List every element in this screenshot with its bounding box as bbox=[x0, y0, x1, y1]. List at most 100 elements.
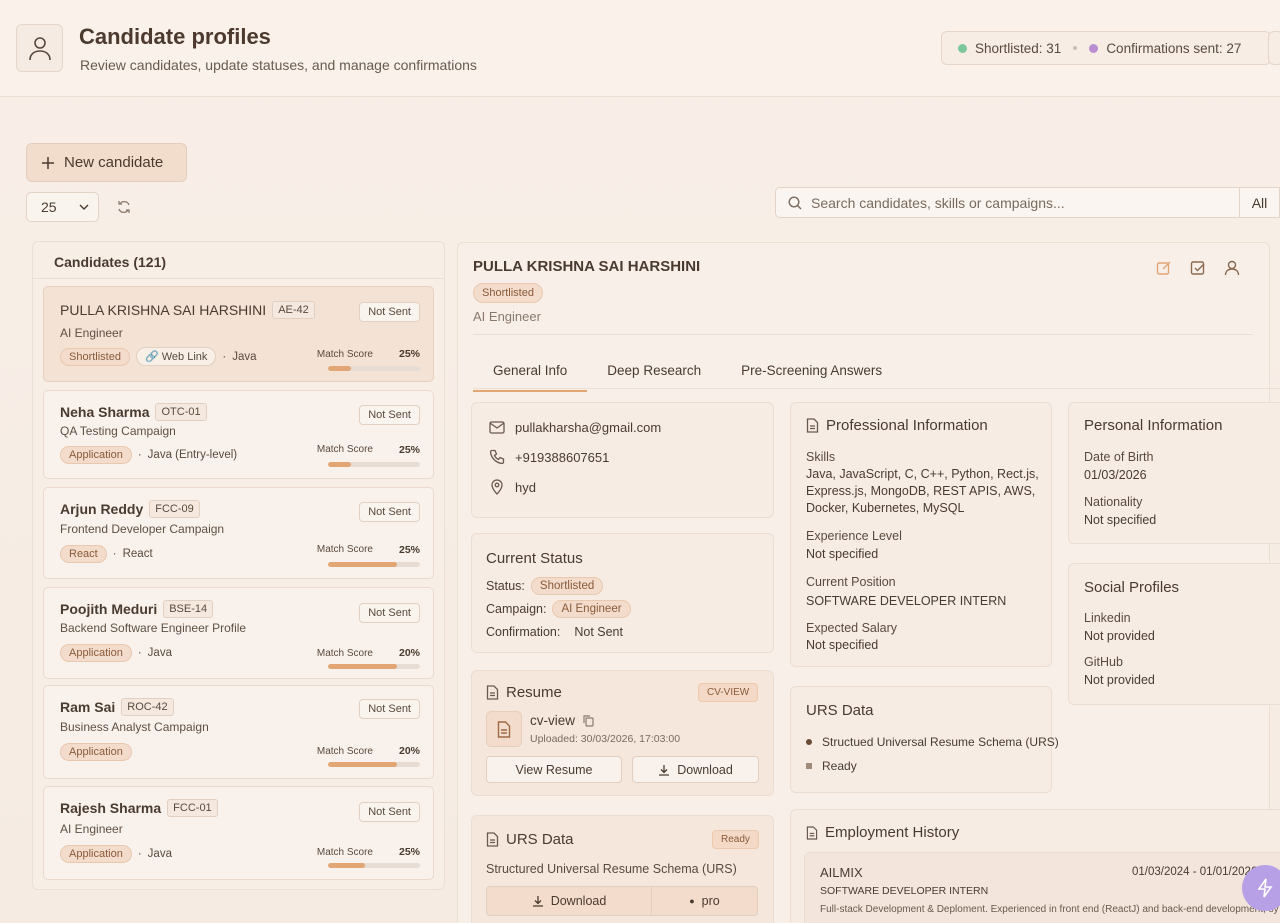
match-score-fill bbox=[328, 664, 397, 669]
download-icon bbox=[532, 896, 543, 907]
employment-description: Full-stack Development & Deploment. Expe… bbox=[820, 904, 1279, 915]
candidate-skill: Java (Entry-level) bbox=[147, 449, 238, 461]
candidate-name: Ram Sai bbox=[60, 699, 116, 715]
employment-position: SOFTWARE DEVELOPER INTERN bbox=[820, 885, 989, 897]
resume-title-row: Resume bbox=[486, 684, 562, 701]
download-resume-button[interactable]: Download bbox=[632, 756, 759, 783]
candidate-name: PULLA KRISHNA SAI HARSHINI bbox=[60, 302, 267, 318]
search-input[interactable]: Search candidates, skills or campaigns..… bbox=[775, 187, 1240, 218]
file-icon bbox=[486, 711, 522, 747]
match-score-value: 25% bbox=[398, 544, 420, 556]
web-link[interactable]: 🔗 Web Link bbox=[135, 347, 217, 366]
page-size-select[interactable]: 25 bbox=[26, 192, 99, 222]
skill-bullet: · bbox=[112, 548, 117, 560]
urs-pro-button[interactable]: ● pro bbox=[651, 886, 758, 916]
separator-dot bbox=[1073, 46, 1078, 50]
document-icon bbox=[486, 832, 499, 847]
linkedin-label: Linkedin bbox=[1084, 611, 1131, 625]
github-label: GitHub bbox=[1084, 655, 1123, 669]
candidate-card[interactable]: Ram Sai ROC-42 Not Sent Business Analyst… bbox=[43, 685, 434, 779]
lightning-icon bbox=[1257, 878, 1273, 898]
candidate-name-row: Rajesh Sharma FCC-01 bbox=[60, 799, 218, 817]
candidate-card[interactable]: Rajesh Sharma FCC-01 Not Sent AI Enginee… bbox=[43, 786, 434, 880]
candidate-role: Backend Software Engineer Profile bbox=[60, 621, 247, 635]
candidate-card[interactable]: Arjun Reddy FCC-09 Not Sent Frontend Dev… bbox=[43, 487, 434, 579]
document-icon bbox=[806, 418, 819, 433]
skills-line: Java, JavaScript, C, C++, Python, Rect.j… bbox=[806, 467, 1039, 481]
contact-phone-row: +919388607651 bbox=[489, 449, 609, 465]
header-overflow-box bbox=[1268, 31, 1280, 65]
urs-item-label: Structued Universal Resume Schema (URS) bbox=[822, 735, 1059, 749]
edit-icon[interactable] bbox=[1156, 260, 1172, 279]
phone-icon bbox=[489, 449, 505, 465]
match-score-label: Match Score bbox=[316, 746, 373, 757]
confirmation-badge: Not Sent bbox=[359, 405, 420, 425]
match-score-value: 25% bbox=[398, 846, 420, 858]
resume-file-row: cv-view bbox=[530, 713, 594, 728]
employment-title: Employment History bbox=[825, 824, 960, 841]
page-size-value: 25 bbox=[41, 199, 57, 215]
shortlisted-dot bbox=[958, 43, 967, 53]
match-score-bar bbox=[328, 863, 420, 868]
page-subtitle: Review candidates, update statuses, and … bbox=[80, 57, 477, 73]
refresh-icon[interactable] bbox=[116, 199, 132, 215]
candidate-name: Rajesh Sharma bbox=[60, 800, 162, 816]
match-score-bar bbox=[328, 462, 420, 467]
filter-select[interactable]: All bbox=[1239, 187, 1280, 218]
user-profile-icon[interactable] bbox=[1224, 260, 1240, 279]
contact-location-row: hyd bbox=[489, 479, 536, 495]
candidate-code: FCC-09 bbox=[149, 500, 200, 518]
new-candidate-button[interactable]: New candidate bbox=[26, 143, 187, 182]
personal-title: Personal Information bbox=[1084, 417, 1223, 434]
confirm-icon[interactable] bbox=[1190, 260, 1206, 279]
detail-name: PULLA KRISHNA SAI HARSHINI bbox=[473, 258, 701, 275]
salary-label: Expected Salary bbox=[806, 621, 898, 635]
web-link-label: Web Link bbox=[161, 351, 208, 363]
link-icon: 🔗 bbox=[144, 351, 159, 363]
copy-icon[interactable] bbox=[583, 714, 594, 727]
campaign-row: Campaign: AI Engineer bbox=[486, 600, 631, 618]
salary-value: Not specified bbox=[806, 638, 879, 652]
candidate-tags: Application · Java bbox=[60, 845, 172, 863]
view-resume-button[interactable]: View Resume bbox=[486, 756, 622, 783]
divider bbox=[473, 334, 1253, 335]
resume-title: Resume bbox=[506, 684, 562, 701]
urs-pro-label: pro bbox=[701, 894, 720, 908]
candidate-card[interactable]: Poojith Meduri BSE-14 Not Sent Backend S… bbox=[43, 587, 434, 679]
campaign-label: Campaign: bbox=[486, 602, 547, 616]
candidate-name: Arjun Reddy bbox=[60, 501, 144, 517]
urs-item-label: Ready bbox=[822, 759, 857, 773]
match-score-value: 20% bbox=[398, 647, 420, 659]
candidate-card[interactable]: Neha Sharma OTC-01 Not Sent QA Testing C… bbox=[43, 390, 434, 479]
confirmation-label: Confirmation: bbox=[486, 625, 561, 639]
match-score-value: 20% bbox=[398, 745, 420, 757]
confirmation-badge: Not Sent bbox=[359, 302, 420, 322]
detail-actions bbox=[1156, 260, 1240, 279]
document-icon bbox=[486, 685, 499, 700]
confirmation-value: Not Sent bbox=[574, 625, 623, 639]
match-score-bar bbox=[328, 562, 420, 567]
contact-email[interactable]: pullakharsha@gmail.com bbox=[515, 420, 661, 435]
quick-action-button[interactable] bbox=[1242, 865, 1280, 911]
candidate-tags: Application bbox=[60, 743, 132, 761]
user-icon bbox=[16, 24, 63, 72]
position-label: Current Position bbox=[806, 575, 896, 589]
urs-download-button[interactable]: Download bbox=[486, 886, 652, 916]
pro-icon: ● bbox=[689, 896, 695, 906]
location-icon bbox=[491, 479, 503, 495]
urs-item: Structued Universal Resume Schema (URS) bbox=[806, 735, 1059, 749]
divider bbox=[33, 278, 444, 279]
candidate-tags: Shortlisted 🔗 Web Link · Java bbox=[60, 347, 257, 366]
confirmation-badge: Not Sent bbox=[359, 603, 420, 623]
dob-value: 01/03/2026 bbox=[1084, 468, 1147, 482]
professional-title-row: Professional Information bbox=[806, 417, 988, 434]
match-score-fill bbox=[328, 462, 351, 467]
match-score-fill bbox=[328, 562, 397, 567]
match-score-label: Match Score bbox=[316, 544, 373, 555]
candidate-card[interactable]: PULLA KRISHNA SAI HARSHINI AE-42 Not Sen… bbox=[43, 286, 434, 382]
page-title: Candidate profiles bbox=[79, 24, 271, 49]
contact-phone[interactable]: +919388607651 bbox=[515, 450, 609, 465]
candidate-tags: Application · Java bbox=[60, 644, 172, 662]
urs-download-label: Download bbox=[550, 894, 607, 908]
employment-company: AILMIX bbox=[820, 865, 863, 880]
